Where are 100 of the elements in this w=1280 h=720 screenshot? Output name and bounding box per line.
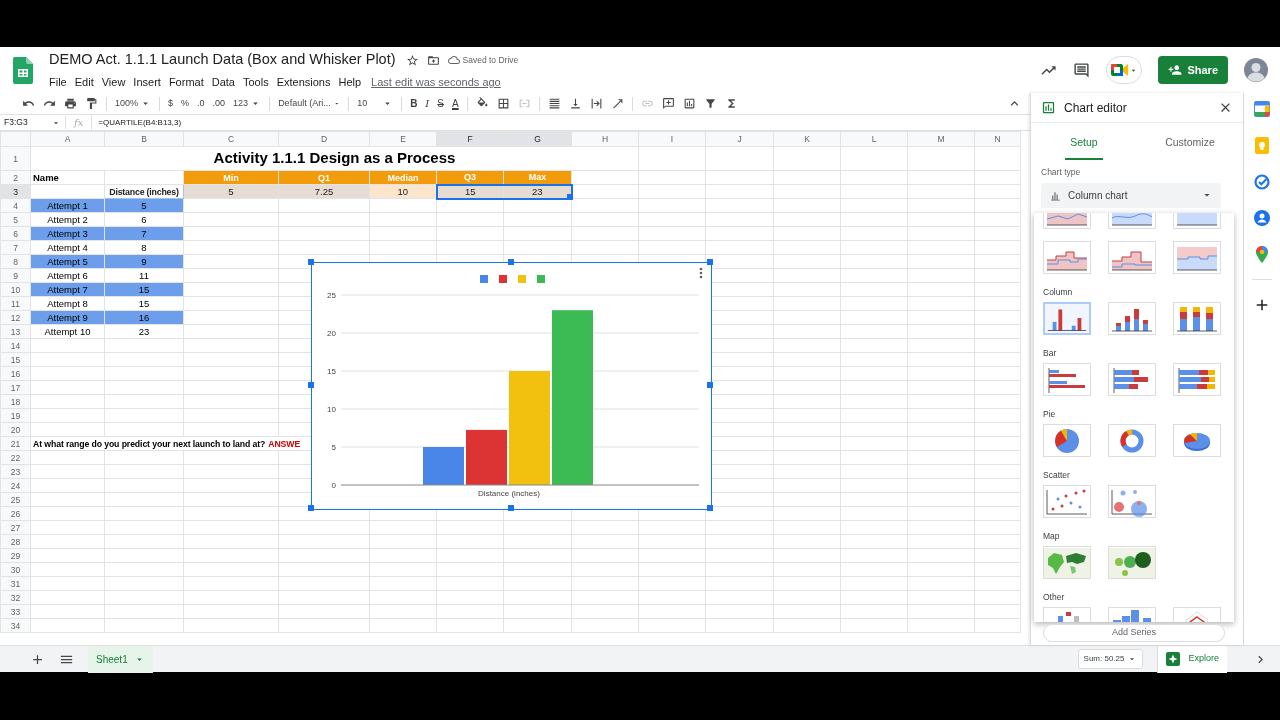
- insert-chart-icon[interactable]: [682, 97, 696, 110]
- share-button[interactable]: Share: [1158, 56, 1228, 84]
- resize-handle[interactable]: [308, 382, 314, 388]
- chart-type-option[interactable]: [1173, 607, 1221, 622]
- column-header[interactable]: F: [436, 131, 504, 147]
- column-header[interactable]: J: [705, 131, 774, 147]
- chart-type-option[interactable]: [1173, 424, 1221, 457]
- table-cell: Attempt 6: [30, 268, 105, 283]
- chart-type-option[interactable]: [1043, 363, 1091, 396]
- print-icon[interactable]: [64, 97, 77, 110]
- chart-type-option[interactable]: [1043, 546, 1091, 579]
- formula-field[interactable]: =QUARTILE(B4:B13,3): [92, 116, 182, 129]
- increase-decimals-button[interactable]: .00: [212, 99, 226, 108]
- column-header[interactable]: A: [30, 131, 105, 147]
- currency-button[interactable]: $: [168, 99, 174, 108]
- number-format-dropdown[interactable]: 123: [233, 96, 262, 111]
- column-header[interactable]: E: [369, 131, 437, 147]
- resize-handle[interactable]: [308, 505, 314, 511]
- document-title[interactable]: DEMO Act. 1.1.1 Launch Data (Box and Whisker Plot): [49, 49, 396, 72]
- decrease-decimals-button[interactable]: .0: [197, 99, 205, 108]
- strikethrough-button[interactable]: S: [437, 98, 444, 109]
- add-series-button[interactable]: Add Series: [1043, 624, 1225, 642]
- comment-icon[interactable]: [1073, 61, 1091, 79]
- check-circle-icon[interactable]: [1254, 174, 1270, 190]
- chart-type-option[interactable]: [1108, 546, 1156, 579]
- avatar[interactable]: [1244, 58, 1268, 82]
- last-edit-link[interactable]: Last edit was seconds ago: [371, 74, 501, 91]
- sheets-logo-icon[interactable]: [13, 56, 33, 84]
- column-header[interactable]: I: [638, 131, 706, 147]
- meet-button[interactable]: [1106, 56, 1143, 84]
- resize-handle[interactable]: [507, 505, 514, 511]
- column-header[interactable]: G: [503, 131, 572, 147]
- text-wrap-icon[interactable]: [589, 97, 603, 110]
- chart-type-option[interactable]: [1108, 424, 1156, 457]
- borders-icon[interactable]: [496, 97, 510, 110]
- tab[interactable]: Setup: [1031, 123, 1137, 160]
- table-cell[interactable]: 15: [436, 184, 504, 199]
- bold-button[interactable]: B: [410, 98, 418, 109]
- table-cell[interactable]: 23: [503, 184, 572, 199]
- resize-handle[interactable]: [507, 259, 514, 265]
- resize-handle[interactable]: [707, 259, 713, 265]
- menu-item[interactable]: Data: [207, 74, 239, 91]
- column-header[interactable]: C: [183, 131, 279, 147]
- menu-item[interactable]: Help: [334, 74, 366, 91]
- group-label: Column: [1043, 286, 1074, 299]
- table-cell: 6: [104, 212, 184, 227]
- contact-icon[interactable]: [1254, 210, 1270, 226]
- sheet-tab[interactable]: Sheet1: [88, 645, 153, 673]
- chart-frame[interactable]: 0 5 10 15 20 25 Distance (inches): [311, 262, 712, 510]
- filter-icon[interactable]: [703, 97, 717, 110]
- column-header[interactable]: B: [104, 131, 184, 147]
- star-icon[interactable]: [405, 53, 419, 67]
- folder-icon[interactable]: [426, 53, 440, 67]
- resize-handle[interactable]: [707, 382, 713, 388]
- text-rotate-icon[interactable]: [610, 97, 624, 110]
- resize-handle[interactable]: [707, 505, 713, 511]
- row-header[interactable]: 1: [0, 146, 31, 171]
- sum-dropdown[interactable]: Sum: 50.25: [1077, 649, 1144, 669]
- column-header[interactable]: K: [773, 131, 841, 147]
- chart-type-option[interactable]: [1043, 302, 1091, 335]
- chart-type-option[interactable]: [1043, 607, 1091, 622]
- chart-type-option[interactable]: [1043, 424, 1091, 457]
- menu-item[interactable]: Edit: [70, 74, 98, 91]
- resize-handle[interactable]: [308, 259, 314, 265]
- table-cell: Attempt 4: [30, 240, 105, 255]
- menu-item[interactable]: View: [97, 74, 130, 91]
- italic-button[interactable]: I: [425, 98, 430, 109]
- chart-type-option[interactable]: [1108, 363, 1156, 396]
- column-header[interactable]: L: [840, 131, 908, 147]
- paint-format-icon[interactable]: [85, 97, 98, 110]
- map-pin-icon[interactable]: [1256, 246, 1268, 263]
- more-icon[interactable]: [699, 267, 703, 279]
- column-header[interactable]: H: [571, 131, 639, 147]
- vertical-align-icon[interactable]: [568, 97, 582, 110]
- tab[interactable]: Customize: [1137, 123, 1243, 160]
- column-header[interactable]: N: [974, 131, 1021, 147]
- menu-item[interactable]: Insert: [129, 74, 165, 91]
- zoom-dropdown[interactable]: 100%: [115, 96, 152, 111]
- chart-type-option[interactable]: [1108, 302, 1156, 335]
- chart-type-option[interactable]: [1173, 302, 1221, 335]
- calendar-icon[interactable]: [1254, 101, 1270, 117]
- merge-cells-icon[interactable]: [517, 97, 531, 110]
- chart-type-option[interactable]: [1173, 363, 1221, 396]
- answer-text: ANSWE: [268, 438, 301, 449]
- font-size-dropdown[interactable]: 10: [357, 96, 394, 111]
- explore-button[interactable]: Explore: [1157, 645, 1227, 673]
- add-comment-icon[interactable]: [661, 97, 675, 110]
- align-icon[interactable]: [547, 97, 561, 110]
- menu-item[interactable]: File: [45, 74, 71, 91]
- text-color-button[interactable]: A: [452, 98, 459, 109]
- name-box-field[interactable]: F3:G3: [0, 116, 66, 129]
- column-header[interactable]: D: [278, 131, 370, 147]
- chart-type-dropdown[interactable]: Column chart: [1041, 182, 1221, 208]
- percent-button[interactable]: %: [181, 99, 190, 108]
- menu-item[interactable]: Tools: [238, 74, 273, 91]
- menu-item[interactable]: Format: [164, 74, 208, 91]
- menu-item[interactable]: Extensions: [272, 74, 335, 91]
- column-header[interactable]: M: [907, 131, 975, 147]
- font-dropdown[interactable]: Default (Ari...: [278, 96, 341, 111]
- axis-label: 5: [331, 443, 336, 452]
